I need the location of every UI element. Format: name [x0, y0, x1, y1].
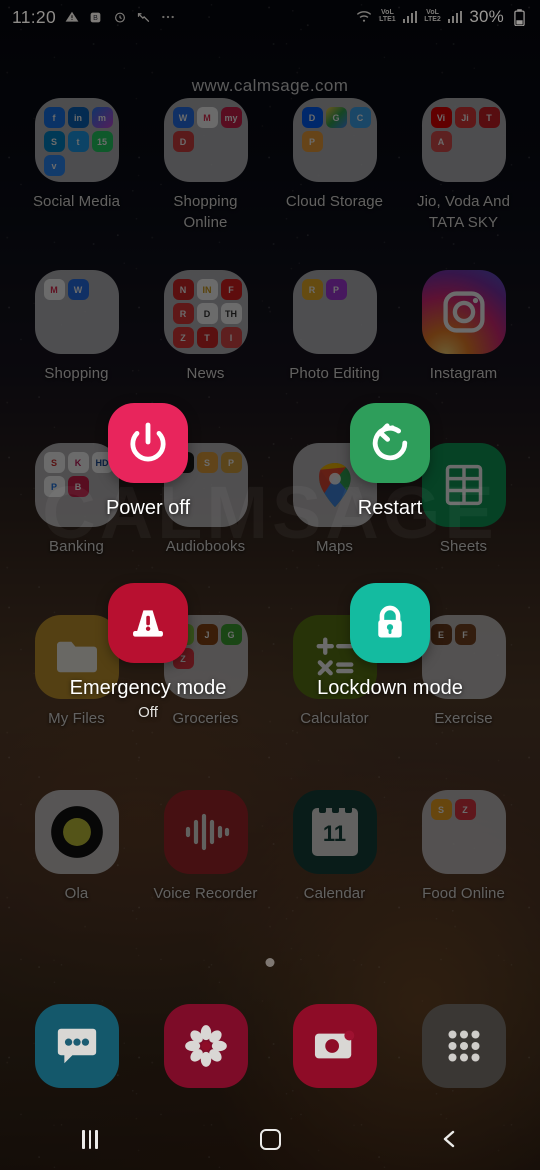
sim1-signal-bars	[402, 11, 418, 23]
emergency-cone-icon-bg	[108, 583, 188, 663]
lock-icon-bg	[350, 583, 430, 663]
status-bar-right: VoL LTE1 VoL LTE2 30%	[355, 7, 528, 27]
more-icon	[159, 9, 176, 26]
battery-percentage: 30%	[469, 7, 504, 26]
back-chevron-icon	[439, 1127, 461, 1151]
restart-button[interactable]: Restart	[275, 403, 505, 520]
svg-text:B: B	[93, 15, 98, 22]
lockdown-mode-button[interactable]: Lockdown mode	[275, 583, 505, 700]
home-icon	[259, 1128, 281, 1150]
wifi-icon	[355, 9, 372, 26]
alarm-icon	[111, 9, 128, 26]
emergency-mode-state: Off	[138, 704, 158, 721]
status-bar-clock: 11:20	[12, 6, 56, 27]
sim1-volte-indicator: VoL LTE1	[379, 10, 396, 23]
warning-triangle-icon	[63, 9, 80, 26]
navigation-bar	[0, 1108, 540, 1170]
lockdown-mode-label: Lockdown mode	[317, 677, 463, 699]
recents-button[interactable]	[55, 1108, 125, 1170]
battery-saver-icon: B	[87, 9, 104, 26]
recents-icon	[82, 1129, 98, 1149]
sim2-signal-bars	[447, 11, 463, 23]
battery-icon	[511, 8, 528, 26]
restart-label: Restart	[357, 497, 423, 519]
home-button[interactable]	[235, 1108, 305, 1170]
power-off-icon-bg	[108, 403, 188, 483]
status-bar-left: 11:20 B	[12, 7, 176, 28]
emergency-mode-button[interactable]: Emergency mode Off	[33, 583, 263, 721]
power-off-button[interactable]: Power off	[33, 403, 263, 520]
sim1-volte-bottom: LTE1	[379, 16, 396, 23]
emergency-mode-label: Emergency mode	[69, 677, 227, 699]
missed-call-icon	[135, 9, 152, 26]
sim2-volte-indicator: VoL LTE2	[424, 10, 441, 23]
power-off-label: Power off	[105, 497, 191, 519]
status-bar: 11:20 B VoL LTE1 VoL LTE2 30%	[0, 0, 540, 34]
restart-icon-bg	[350, 403, 430, 483]
sim2-volte-bottom: LTE2	[424, 16, 441, 23]
power-menu: Power off Restart Emergency mode Off Loc…	[0, 0, 540, 1170]
back-button[interactable]	[415, 1108, 485, 1170]
